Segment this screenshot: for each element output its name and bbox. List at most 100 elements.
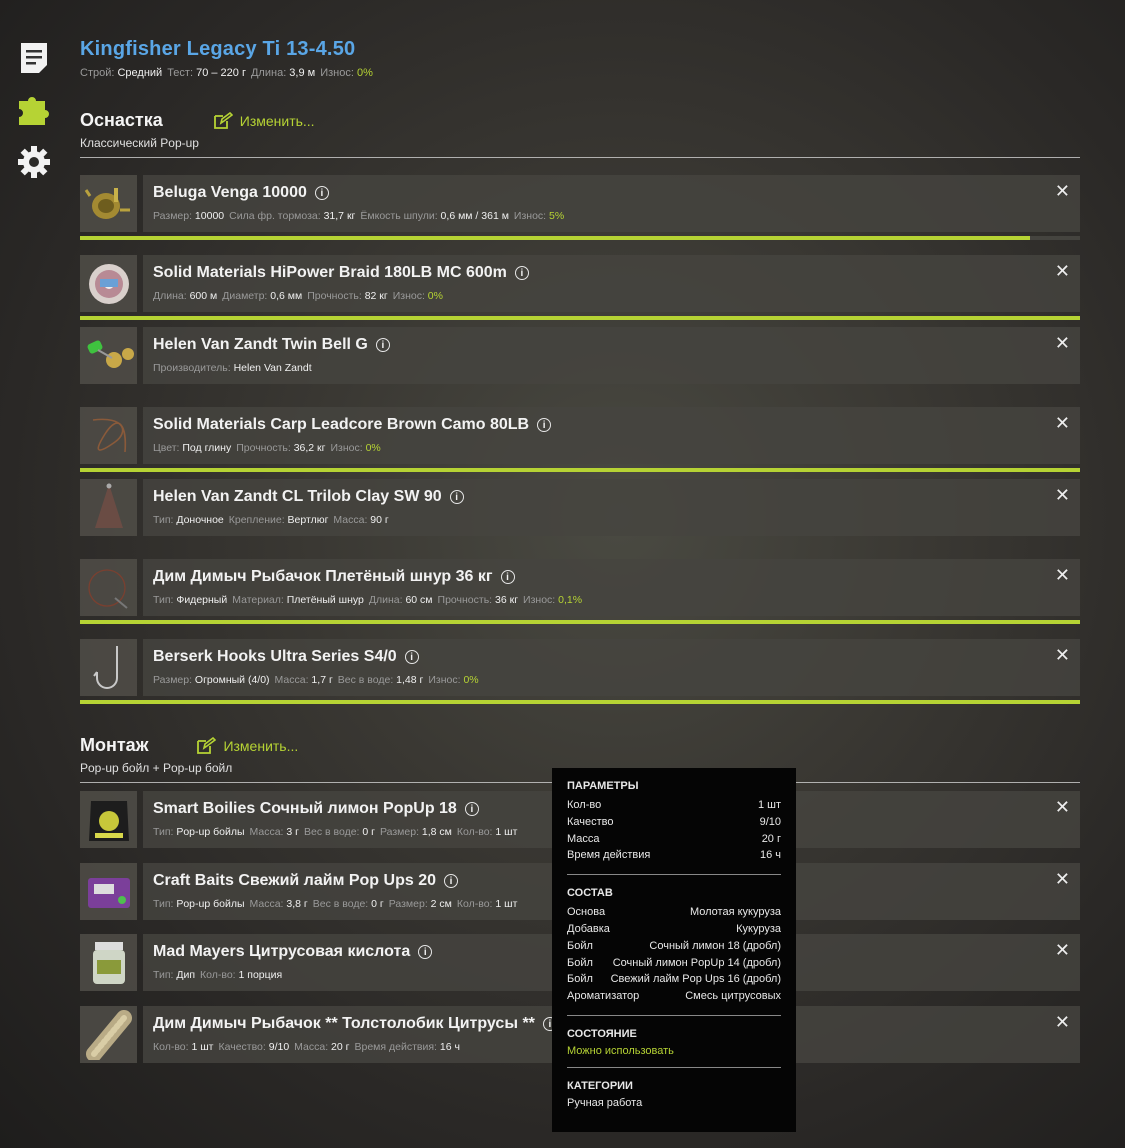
gear-icon[interactable] <box>16 144 52 180</box>
item-row[interactable]: Helen Van Zandt CL Trilob Clay SW 90 i Тип… <box>80 479 1080 536</box>
close-icon[interactable]: ✕ <box>1055 940 1070 961</box>
close-icon[interactable]: ✕ <box>1055 485 1070 506</box>
prop-key: Вес в воде: <box>312 898 369 910</box>
tooltip-value: 20 г <box>761 832 781 845</box>
prop-value: 9/10 <box>265 1041 290 1053</box>
prop-value: 2 см <box>427 898 452 910</box>
item-row[interactable]: Beluga Venga 10000 i Размер: 10000 Сила фр.… <box>80 175 1080 232</box>
mount-edit-label: Изменить... <box>223 737 299 754</box>
item-row[interactable]: Helen Van Zandt Twin Bell G i Производител… <box>80 327 1080 384</box>
prop-value: 60 см <box>402 594 433 606</box>
prop-key: Сила фр. тормоза: <box>229 210 321 222</box>
info-icon[interactable]: i <box>314 186 329 200</box>
info-icon[interactable]: i <box>449 490 464 504</box>
prop-value: 31,7 кг <box>320 210 356 222</box>
tooltip-row: Масса 20 г <box>567 831 781 848</box>
prop-value: Вертлюг <box>284 514 329 526</box>
item-row[interactable]: Дим Димыч Рыбачок Плетёный шнур 36 кг i Ти… <box>80 559 1080 616</box>
item-row[interactable]: Berserk Hooks Ultra Series S4/0 i Размер: … <box>80 639 1080 696</box>
durability-fill <box>80 620 1080 624</box>
leadcore-icon <box>80 407 137 464</box>
prop-value: 0 г <box>359 826 375 838</box>
item-panel: Beluga Venga 10000 i Размер: 10000 Сила фр.… <box>143 175 1080 232</box>
close-icon[interactable]: ✕ <box>1055 413 1070 434</box>
prop-key: Цвет: <box>153 442 180 454</box>
prop-key: Вес в воде: <box>304 826 360 838</box>
prop-value: Под глину <box>179 442 232 454</box>
tooltip-key: Бойл <box>567 939 593 952</box>
prop-value: Огромный (4/0) <box>192 674 270 686</box>
close-icon[interactable]: ✕ <box>1055 1012 1070 1033</box>
boilie-bag-icon <box>80 791 137 848</box>
close-icon[interactable]: ✕ <box>1055 181 1070 202</box>
item-name-text: Дим Димыч Рыбачок ** Толстолобик Цитрусы… <box>153 1015 535 1032</box>
tooltip-key: Кол-во <box>567 799 602 811</box>
item-tooltip: ПАРАМЕТРЫ Кол-во 1 шт Качество 9/10 Масса 20 … <box>552 768 796 1132</box>
prop-value: 16 ч <box>436 1041 460 1053</box>
item-row[interactable]: Solid Materials HiPower Braid 180LB MC 6… <box>80 255 1080 312</box>
item-row[interactable]: Solid Materials Carp Leadcore Brown Camo… <box>80 407 1080 464</box>
close-icon[interactable]: ✕ <box>1055 797 1070 818</box>
prop-key: Размер: <box>153 210 193 222</box>
info-icon[interactable]: i <box>537 418 552 432</box>
item-name-text: Beluga Venga 10000 <box>153 184 307 201</box>
close-icon[interactable]: ✕ <box>1055 869 1070 890</box>
item-props: Длина: 600 м Диаметр: 0,6 мм Прочность: 82… <box>153 290 1080 302</box>
tooltip-key: Качество <box>567 815 614 828</box>
info-icon[interactable]: i <box>444 874 458 888</box>
tooltip-key: Время действия <box>567 849 651 862</box>
prop-key: Материал: <box>232 594 284 606</box>
puzzle-icon[interactable] <box>16 92 52 128</box>
item-name: Helen Van Zandt Twin Bell G i <box>153 336 1080 354</box>
item-name-text: Helen Van Zandt Twin Bell G <box>153 336 368 353</box>
prop-value: 600 м <box>186 290 218 302</box>
prop-key: Износ: <box>428 674 461 686</box>
tooltip-value: Смесь цитрусовых <box>685 990 781 1003</box>
durability-bar <box>80 700 1080 704</box>
prop-value: Доночное <box>173 514 224 526</box>
close-icon[interactable]: ✕ <box>1055 333 1070 354</box>
prop-key: Износ: <box>513 210 547 222</box>
prop-key: Длина: <box>368 594 403 606</box>
close-icon[interactable]: ✕ <box>1055 261 1070 282</box>
tooltip-row: Бойл Сочный лимон PopUp 14 (дробл) <box>567 955 781 972</box>
tooltip-row: Время действия 16 ч <box>567 847 781 864</box>
info-icon[interactable]: i <box>375 338 390 352</box>
item-panel: Helen Van Zandt Twin Bell G i Производител… <box>143 327 1080 384</box>
prop-key: Масса: <box>249 826 284 838</box>
prop-key: Кол-во: <box>200 969 236 981</box>
info-icon[interactable]: i <box>514 266 529 280</box>
rod-title[interactable]: Kingfisher Legacy Ti 13-4.50 <box>80 38 1080 61</box>
tooltip-value: 16 ч <box>759 849 781 862</box>
prop-key: Размер: <box>153 674 193 686</box>
info-icon[interactable]: i <box>500 570 515 584</box>
info-icon[interactable]: i <box>418 945 433 959</box>
prop-value: 5% <box>546 210 565 222</box>
tooltip-row: Основа Молотая кукуруза <box>567 904 781 921</box>
prop-key: Крепление: <box>228 514 285 526</box>
item-panel: Berserk Hooks Ultra Series S4/0 i Размер: … <box>143 639 1080 696</box>
prop-key: Производитель: <box>153 362 231 374</box>
rig-edit-label: Изменить... <box>239 112 315 129</box>
rig-edit-button[interactable]: Изменить... <box>213 111 315 130</box>
prop-value: 0% <box>460 674 479 686</box>
tooltip-value: Свежий лайм Pop Ups 16 (дробл) <box>610 973 781 986</box>
prop-key: Масса: <box>274 674 309 686</box>
tooltip-divider <box>567 1014 781 1016</box>
prop-value: 82 кг <box>361 290 388 302</box>
mount-title: Монтаж <box>80 735 149 755</box>
braid-leader-icon <box>80 559 137 616</box>
info-icon[interactable]: i <box>464 802 479 816</box>
close-icon[interactable]: ✕ <box>1055 645 1070 666</box>
item-name-text: Mad Mayers Цитрусовая кислота <box>153 943 411 960</box>
info-icon[interactable]: i <box>404 650 419 664</box>
item-name-text: Solid Materials HiPower Braid 180LB MC 6… <box>153 264 507 281</box>
item-props: Тип: Фидерный Материал: Плетёный шнур Длин… <box>153 594 1080 606</box>
mount-edit-button[interactable]: Изменить... <box>196 736 299 755</box>
document-icon[interactable] <box>16 40 52 76</box>
tooltip-state: Можно использовать <box>567 1044 674 1057</box>
close-icon[interactable]: ✕ <box>1055 565 1070 586</box>
pva-mesh-icon <box>80 1006 137 1063</box>
reel-icon <box>80 175 137 232</box>
tooltip-value: Молотая кукуруза <box>689 906 781 919</box>
